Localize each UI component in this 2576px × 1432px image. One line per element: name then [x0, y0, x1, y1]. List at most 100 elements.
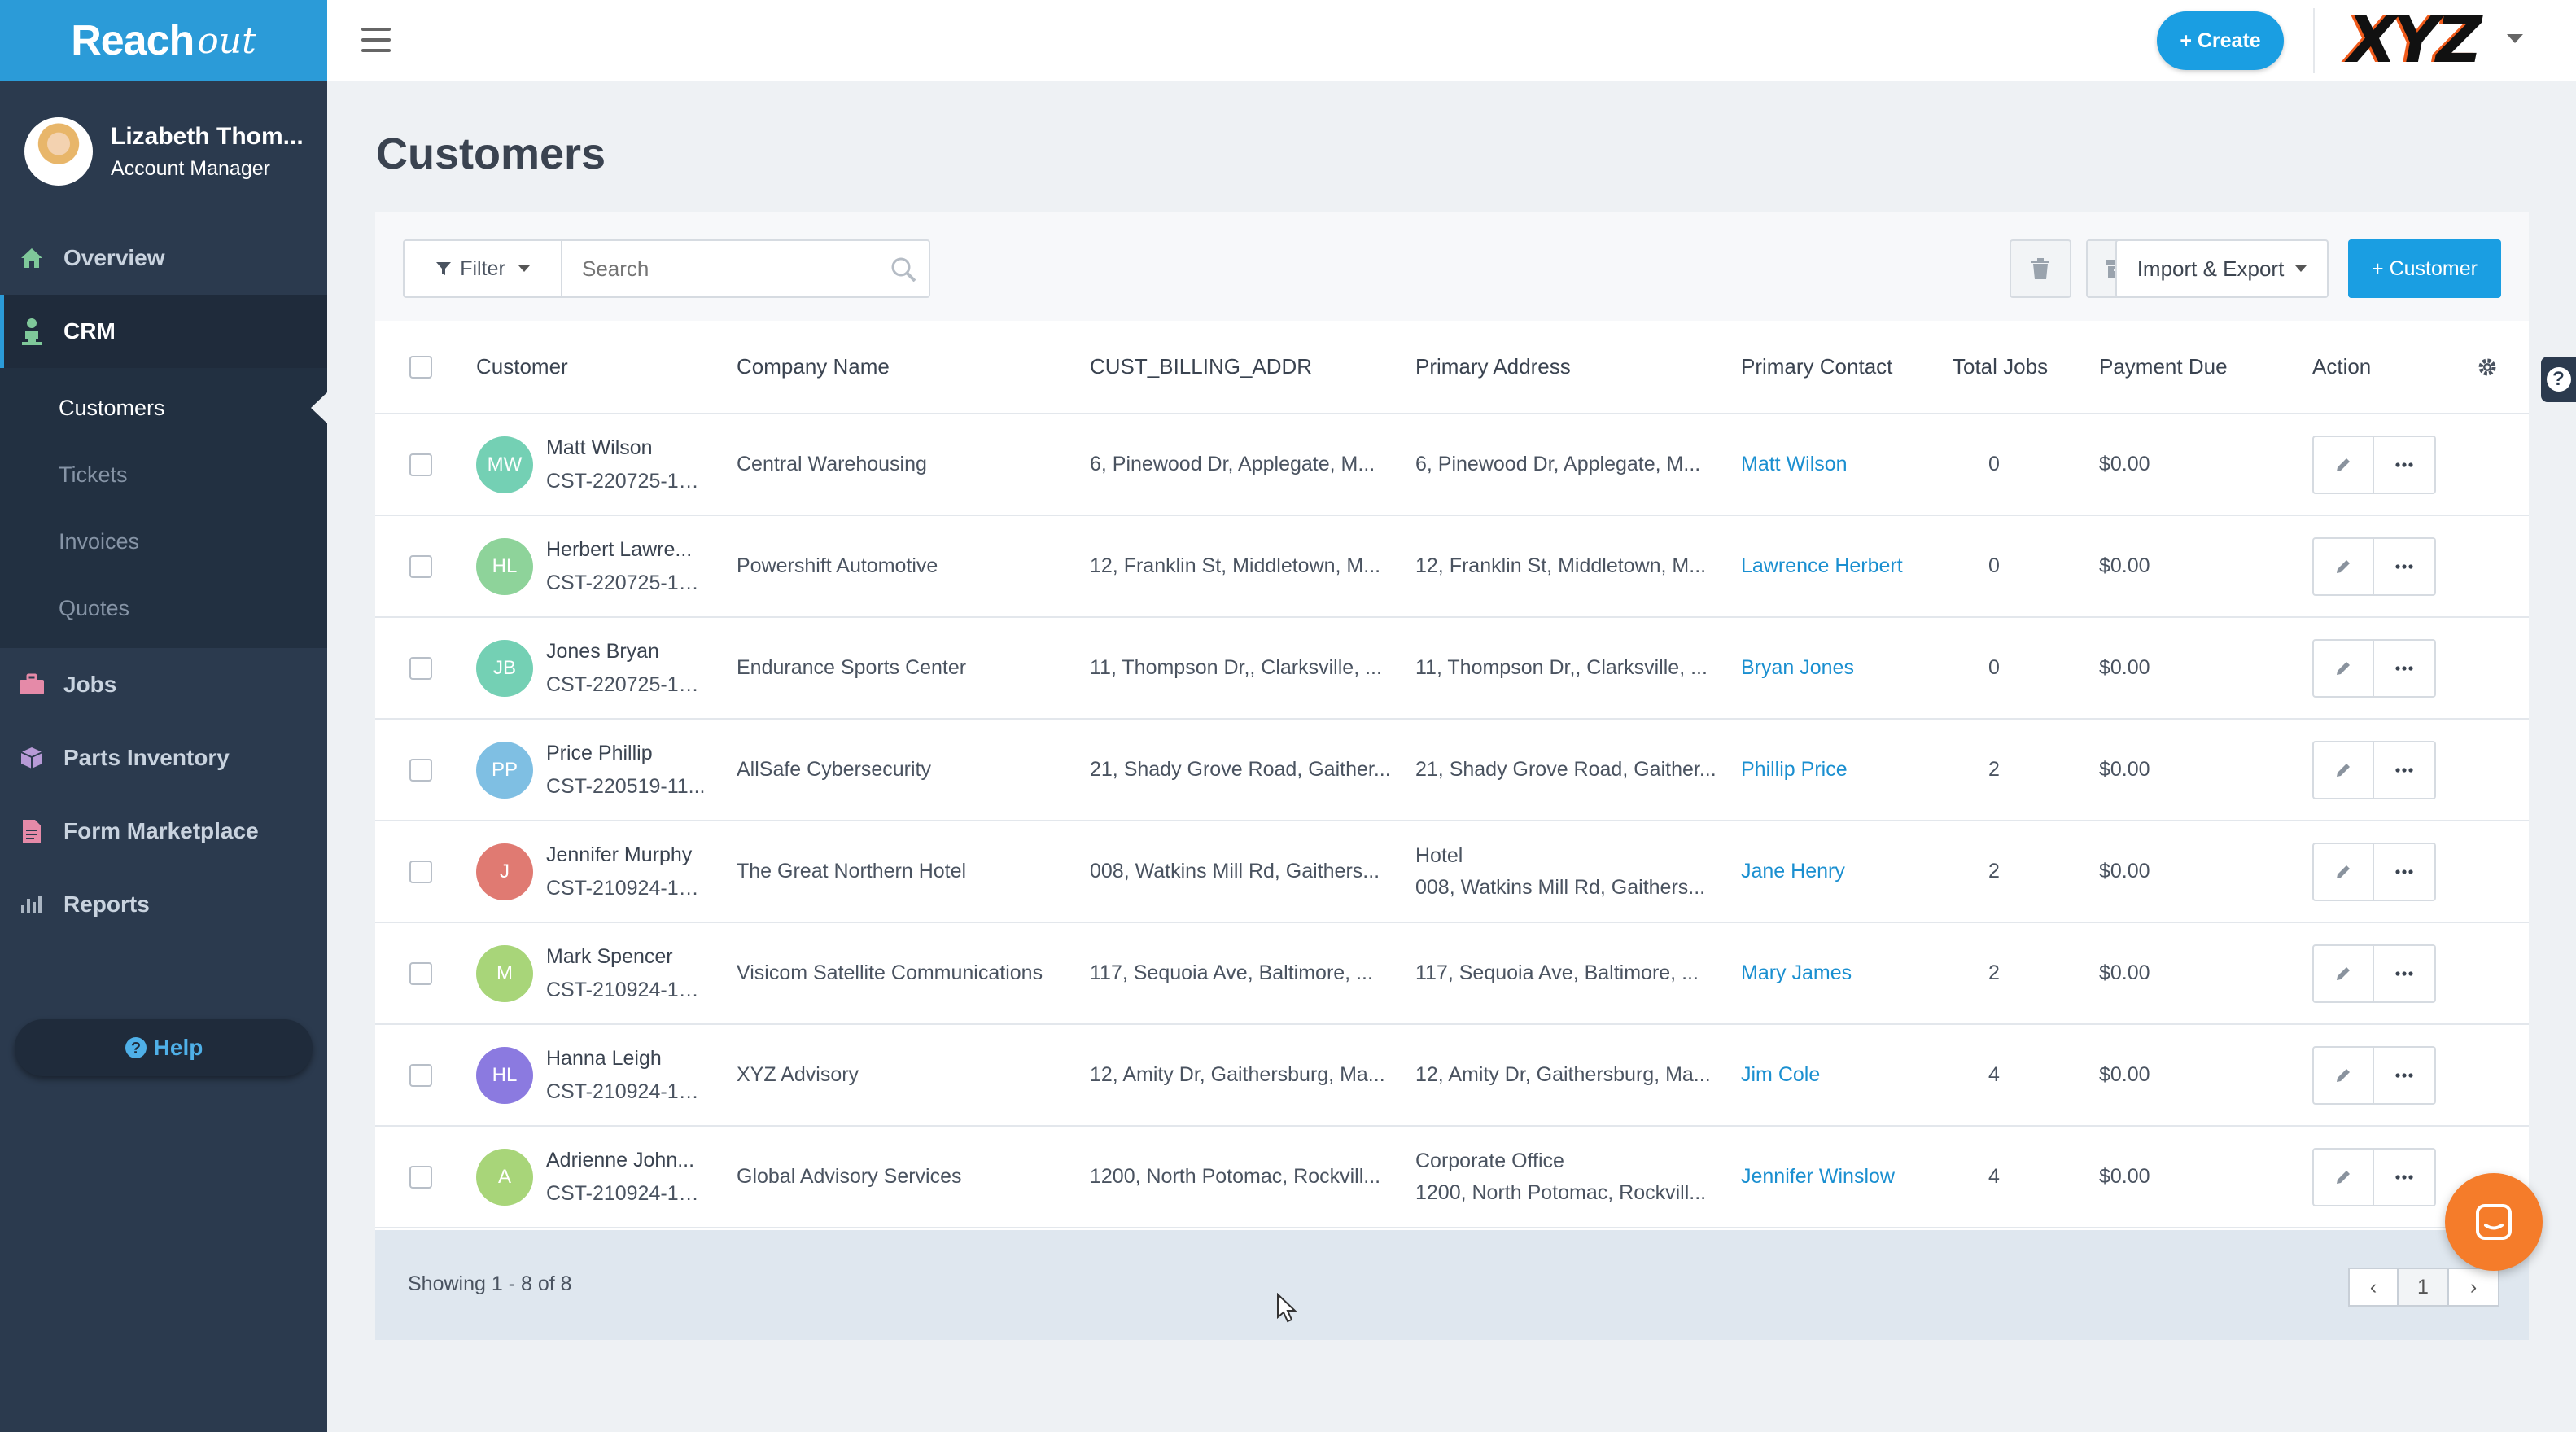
primary-contact-link[interactable]: Lawrence Herbert — [1741, 554, 1953, 578]
table-row[interactable]: JB Jones Bryan CST-220725-14... Enduranc… — [375, 617, 2529, 720]
row-checkbox[interactable] — [409, 554, 432, 578]
company-name: Visicom Satellite Communications — [737, 961, 1043, 984]
customer-name[interactable]: Adrienne John... — [546, 1149, 706, 1172]
sidebar-subitem-customers[interactable]: Customers — [0, 374, 327, 441]
gear-icon[interactable] — [2477, 357, 2498, 378]
user-profile[interactable]: Lizabeth Thom... Account Manager — [0, 81, 327, 221]
primary-contact-link[interactable]: Matt Wilson — [1741, 453, 1953, 476]
table-row[interactable]: M Mark Spencer CST-210924-16... Visicom … — [375, 922, 2529, 1025]
sidebar-item-overview[interactable]: Overview — [0, 221, 327, 295]
page-next-button[interactable]: › — [2449, 1268, 2499, 1307]
sidebar-item-reports[interactable]: Reports — [0, 868, 327, 941]
total-jobs: 0 — [1988, 656, 2000, 679]
more-options-button[interactable] — [2374, 638, 2436, 698]
sidebar-item-form-marketplace[interactable]: Form Marketplace — [0, 795, 327, 868]
row-checkbox[interactable] — [409, 1063, 432, 1087]
table-row[interactable]: J Jennifer Murphy CST-210924-16... The G… — [375, 821, 2529, 923]
customer-name[interactable]: Matt Wilson — [546, 436, 706, 460]
more-options-button[interactable] — [2374, 842, 2436, 901]
customer-name[interactable]: Jennifer Murphy — [546, 843, 706, 867]
table-row[interactable]: PP Price Phillip CST-220519-11... AllSaf… — [375, 719, 2529, 821]
search-input[interactable] — [562, 241, 864, 296]
sidebar-item-label: Form Marketplace — [63, 818, 259, 843]
add-customer-button[interactable]: + Customer — [2348, 239, 2501, 298]
primary-contact-link[interactable]: Jane Henry — [1741, 860, 1953, 883]
customer-name[interactable]: Mark Spencer — [546, 945, 706, 969]
more-options-button[interactable] — [2374, 1147, 2436, 1206]
company-name: Powershift Automotive — [737, 554, 938, 577]
edit-button[interactable] — [2312, 842, 2374, 901]
row-checkbox[interactable] — [409, 860, 432, 883]
customer-name[interactable]: Herbert Lawre... — [546, 538, 706, 562]
column-header-primary-contact[interactable]: Primary Contact — [1741, 321, 1953, 414]
more-options-button[interactable] — [2374, 944, 2436, 1003]
chat-launcher-button[interactable] — [2445, 1173, 2543, 1271]
primary-contact-link[interactable]: Bryan Jones — [1741, 656, 1953, 680]
ellipsis-icon — [2395, 563, 2413, 569]
mouse-cursor-icon — [1277, 1293, 1297, 1323]
sidebar-item-crm[interactable]: CRM — [0, 295, 327, 368]
customer-name[interactable]: Price Phillip — [546, 742, 705, 765]
hamburger-menu-icon[interactable] — [361, 28, 391, 52]
caret-down-icon — [2295, 265, 2307, 272]
edit-button[interactable] — [2312, 740, 2374, 799]
table-row[interactable]: MW Matt Wilson CST-220725-14... Central … — [375, 414, 2529, 516]
primary-contact-link[interactable]: Mary James — [1741, 961, 1953, 985]
column-header-primary-address[interactable]: Primary Address — [1415, 321, 1741, 414]
customer-name[interactable]: Jones Bryan — [546, 640, 706, 663]
billing-address: 21, Shady Grove Road, Gaither... — [1090, 758, 1391, 781]
total-jobs: 2 — [1988, 758, 2000, 781]
more-options-button[interactable] — [2374, 435, 2436, 494]
side-help-tab[interactable]: ? — [2541, 357, 2576, 402]
more-options-button[interactable] — [2374, 1045, 2436, 1105]
delete-button[interactable] — [2010, 239, 2071, 298]
customer-name[interactable]: Hanna Leigh — [546, 1047, 706, 1071]
sidebar-subitem-tickets[interactable]: Tickets — [0, 441, 327, 508]
create-button[interactable]: + Create — [2157, 11, 2284, 70]
column-header-total-jobs[interactable]: Total Jobs — [1953, 321, 2099, 414]
row-checkbox[interactable] — [409, 758, 432, 782]
column-header-customer[interactable]: Customer — [476, 321, 737, 414]
column-header-billing-addr[interactable]: CUST_BILLING_ADDR — [1090, 321, 1415, 414]
search-icon[interactable] — [890, 256, 917, 283]
page-number-button[interactable]: 1 — [2399, 1268, 2449, 1307]
more-options-button[interactable] — [2374, 536, 2436, 596]
filter-button[interactable]: Filter — [403, 239, 562, 298]
brand-logo[interactable]: Reach out — [0, 0, 327, 81]
sidebar-item-label: CRM — [63, 318, 116, 344]
customer-id: CST-210924-16... — [546, 978, 706, 1001]
chevron-down-icon[interactable] — [2507, 34, 2523, 43]
row-checkbox[interactable] — [409, 961, 432, 985]
column-header-company[interactable]: Company Name — [737, 321, 1090, 414]
help-button[interactable]: ? Help — [15, 1019, 313, 1076]
edit-button[interactable] — [2312, 944, 2374, 1003]
column-header-payment-due[interactable]: Payment Due — [2099, 321, 2312, 414]
edit-button[interactable] — [2312, 435, 2374, 494]
company-logo[interactable]: XYZ — [2336, 4, 2491, 77]
primary-contact-link[interactable]: Jennifer Winslow — [1741, 1165, 1953, 1189]
edit-button[interactable] — [2312, 1045, 2374, 1105]
row-checkbox[interactable] — [409, 1165, 432, 1189]
select-all-checkbox[interactable] — [409, 355, 432, 379]
row-checkbox[interactable] — [409, 453, 432, 476]
box-icon — [18, 744, 46, 772]
table-row[interactable]: HL Hanna Leigh CST-210924-14... XYZ Advi… — [375, 1024, 2529, 1127]
primary-address-label: Hotel — [1415, 843, 1463, 867]
more-options-button[interactable] — [2374, 740, 2436, 799]
edit-button[interactable] — [2312, 638, 2374, 698]
row-checkbox[interactable] — [409, 656, 432, 680]
table-row[interactable]: A Adrienne John... CST-210924-14... Glob… — [375, 1126, 2529, 1228]
sidebar-item-parts-inventory[interactable]: Parts Inventory — [0, 721, 327, 795]
edit-button[interactable] — [2312, 1147, 2374, 1206]
page-prev-button[interactable]: ‹ — [2348, 1268, 2399, 1307]
sidebar-subitem-invoices[interactable]: Invoices — [0, 508, 327, 575]
primary-contact-link[interactable]: Jim Cole — [1741, 1063, 1953, 1087]
table-row[interactable]: HL Herbert Lawre... CST-220725-14... Pow… — [375, 515, 2529, 618]
edit-button[interactable] — [2312, 536, 2374, 596]
ellipsis-icon — [2395, 1072, 2413, 1078]
sidebar-item-jobs[interactable]: Jobs — [0, 648, 327, 721]
sidebar-subitem-quotes[interactable]: Quotes — [0, 575, 327, 642]
customer-initials-avatar: A — [476, 1148, 533, 1206]
import-export-dropdown[interactable]: Import & Export — [2115, 239, 2329, 298]
primary-contact-link[interactable]: Phillip Price — [1741, 758, 1953, 782]
